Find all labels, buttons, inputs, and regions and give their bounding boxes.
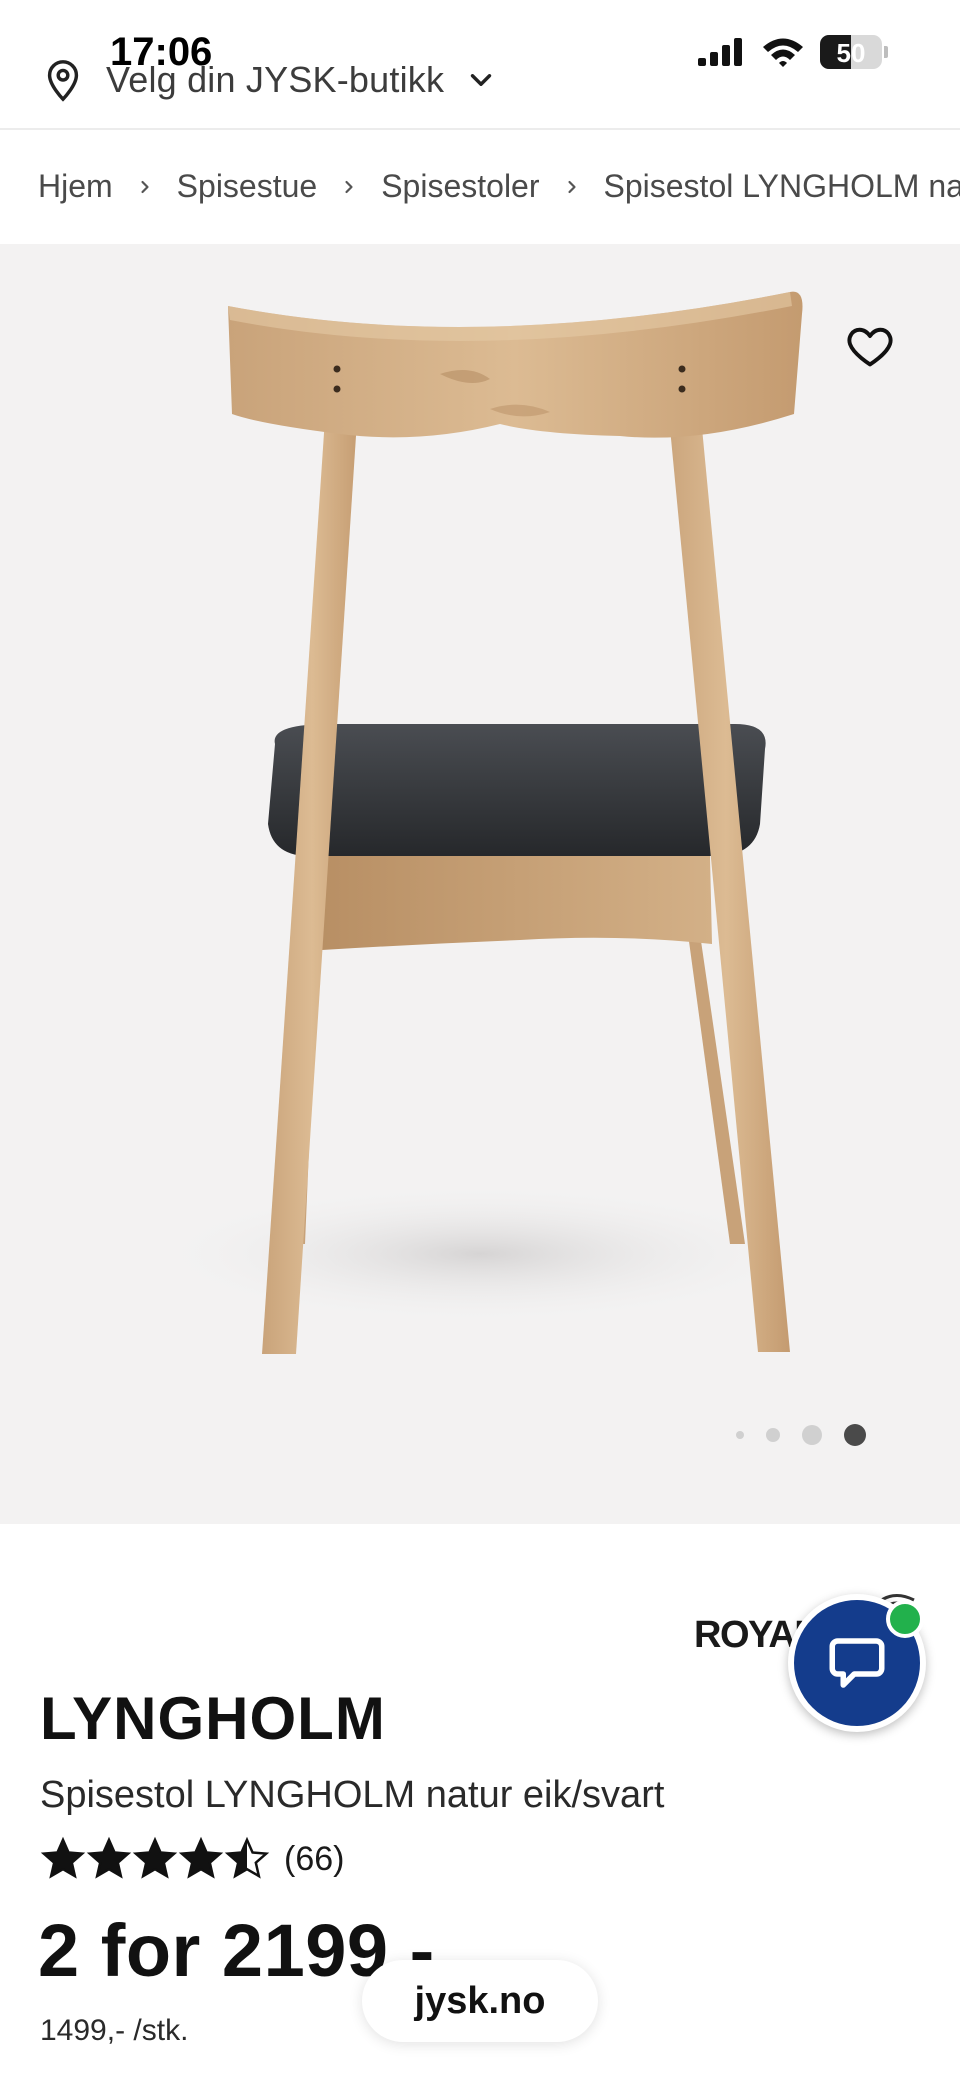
gallery-pagination: [736, 1424, 888, 1446]
cellular-signal-icon: [698, 38, 742, 66]
gallery-dot[interactable]: [766, 1428, 780, 1442]
product-description: Spisestol LYNGHOLM natur eik/svart: [40, 1774, 665, 1816]
star-full-icon: [178, 1836, 224, 1879]
browser-url-pill[interactable]: jysk.no: [362, 1960, 598, 2042]
chevron-down-icon: [470, 74, 492, 86]
star-full-icon: [40, 1836, 86, 1879]
product-rating[interactable]: (66): [40, 1836, 344, 1882]
star-full-icon: [132, 1836, 178, 1879]
product-image-chair: [150, 291, 810, 1354]
status-icons: 50: [696, 34, 888, 70]
status-time: 17:06: [110, 30, 213, 74]
wifi-icon: [763, 38, 803, 67]
chat-bubble-icon: [829, 1638, 885, 1688]
breadcrumb: Hjem Spisestue Spisestoler Spisestol LYN…: [0, 132, 960, 244]
battery-indicator: 50: [820, 35, 882, 69]
chat-online-badge: [886, 1600, 924, 1638]
store-picker[interactable]: Velg din JYSK-butikk: [40, 52, 498, 108]
star-full-icon: [86, 1836, 132, 1879]
chevron-right-icon: [567, 180, 576, 193]
rating-stars: [40, 1836, 270, 1882]
chevron-right-icon: [141, 180, 149, 193]
battery-percentage: 50: [836, 38, 866, 68]
gallery-dot-active[interactable]: [844, 1424, 866, 1446]
breadcrumb-item-hjem[interactable]: Hjem: [38, 168, 113, 205]
battery-cap: [884, 46, 888, 58]
unit-price: 1499,- /stk.: [40, 2014, 189, 2047]
product-image-gallery[interactable]: [0, 244, 960, 1524]
breadcrumb-item-spisestue[interactable]: Spisestue: [177, 168, 318, 205]
breadcrumb-item-current: Spisestol LYNGHOLM na: [603, 168, 960, 204]
chevron-right-icon: [345, 180, 353, 193]
star-half-icon: [224, 1836, 270, 1879]
rating-count: (66): [284, 1839, 345, 1878]
location-pin-icon: [47, 60, 79, 102]
product-name: LYNGHOLM: [40, 1685, 386, 1752]
breadcrumb-item-spisestoler[interactable]: Spisestoler: [381, 168, 539, 205]
gallery-dot[interactable]: [802, 1425, 822, 1445]
gallery-dot[interactable]: [736, 1431, 744, 1439]
favorite-heart-icon[interactable]: [844, 320, 896, 372]
